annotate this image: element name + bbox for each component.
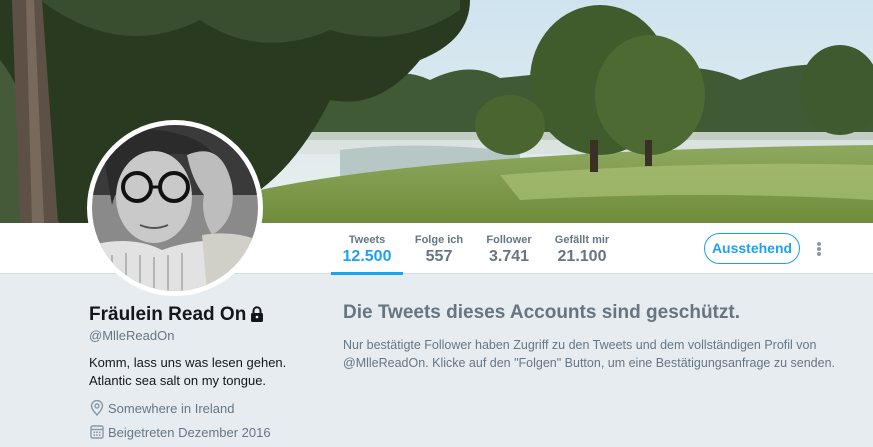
followers-label: Follower <box>486 234 532 246</box>
profile-name-text: Fräulein Read On <box>89 304 247 325</box>
more-vertical-icon[interactable] <box>810 240 828 258</box>
tweets-label: Tweets <box>348 234 386 246</box>
pending-follow-button[interactable]: Ausstehend <box>704 233 800 264</box>
profile-bio: Komm, lass uns was lesen gehen. Atlantic… <box>89 354 286 390</box>
protected-line: Nur bestätigte Follower haben Zugriff zu… <box>343 338 817 352</box>
protected-description: Nur bestätigte Follower haben Zugriff zu… <box>343 336 835 372</box>
location-text: Somewhere in Ireland <box>108 401 235 416</box>
profile-handle[interactable]: @MlleReadOn <box>89 328 174 343</box>
tweets-count: 12.500 <box>342 248 392 265</box>
protected-line: @MlleReadOn. Klicke auf den "Folgen" But… <box>343 356 835 370</box>
bio-line: Atlantic sea salt on my tongue. <box>89 373 267 388</box>
likes-count: 21.100 <box>557 248 607 265</box>
tab-likes[interactable]: Gefällt mir 21.100 <box>552 223 612 274</box>
lock-icon <box>251 306 264 322</box>
location-pin-icon <box>90 400 104 416</box>
following-count: 557 <box>425 248 453 265</box>
bio-line: Komm, lass uns was lesen gehen. <box>89 355 287 370</box>
following-label: Folge ich <box>414 234 464 246</box>
protected-title: Die Tweets dieses Accounts sind geschütz… <box>343 302 740 323</box>
followers-count: 3.741 <box>488 248 530 265</box>
tab-following[interactable]: Folge ich 557 <box>410 223 468 274</box>
joined-text: Beigetreten Dezember 2016 <box>108 425 271 440</box>
tab-tweets[interactable]: Tweets 12.500 <box>331 223 403 275</box>
avatar-photo <box>92 125 258 291</box>
calendar-icon <box>90 425 104 439</box>
profile-name: Fräulein Read On <box>89 304 264 326</box>
tab-followers[interactable]: Follower 3.741 <box>481 223 537 274</box>
likes-label: Gefällt mir <box>554 234 610 246</box>
avatar[interactable] <box>87 120 263 296</box>
